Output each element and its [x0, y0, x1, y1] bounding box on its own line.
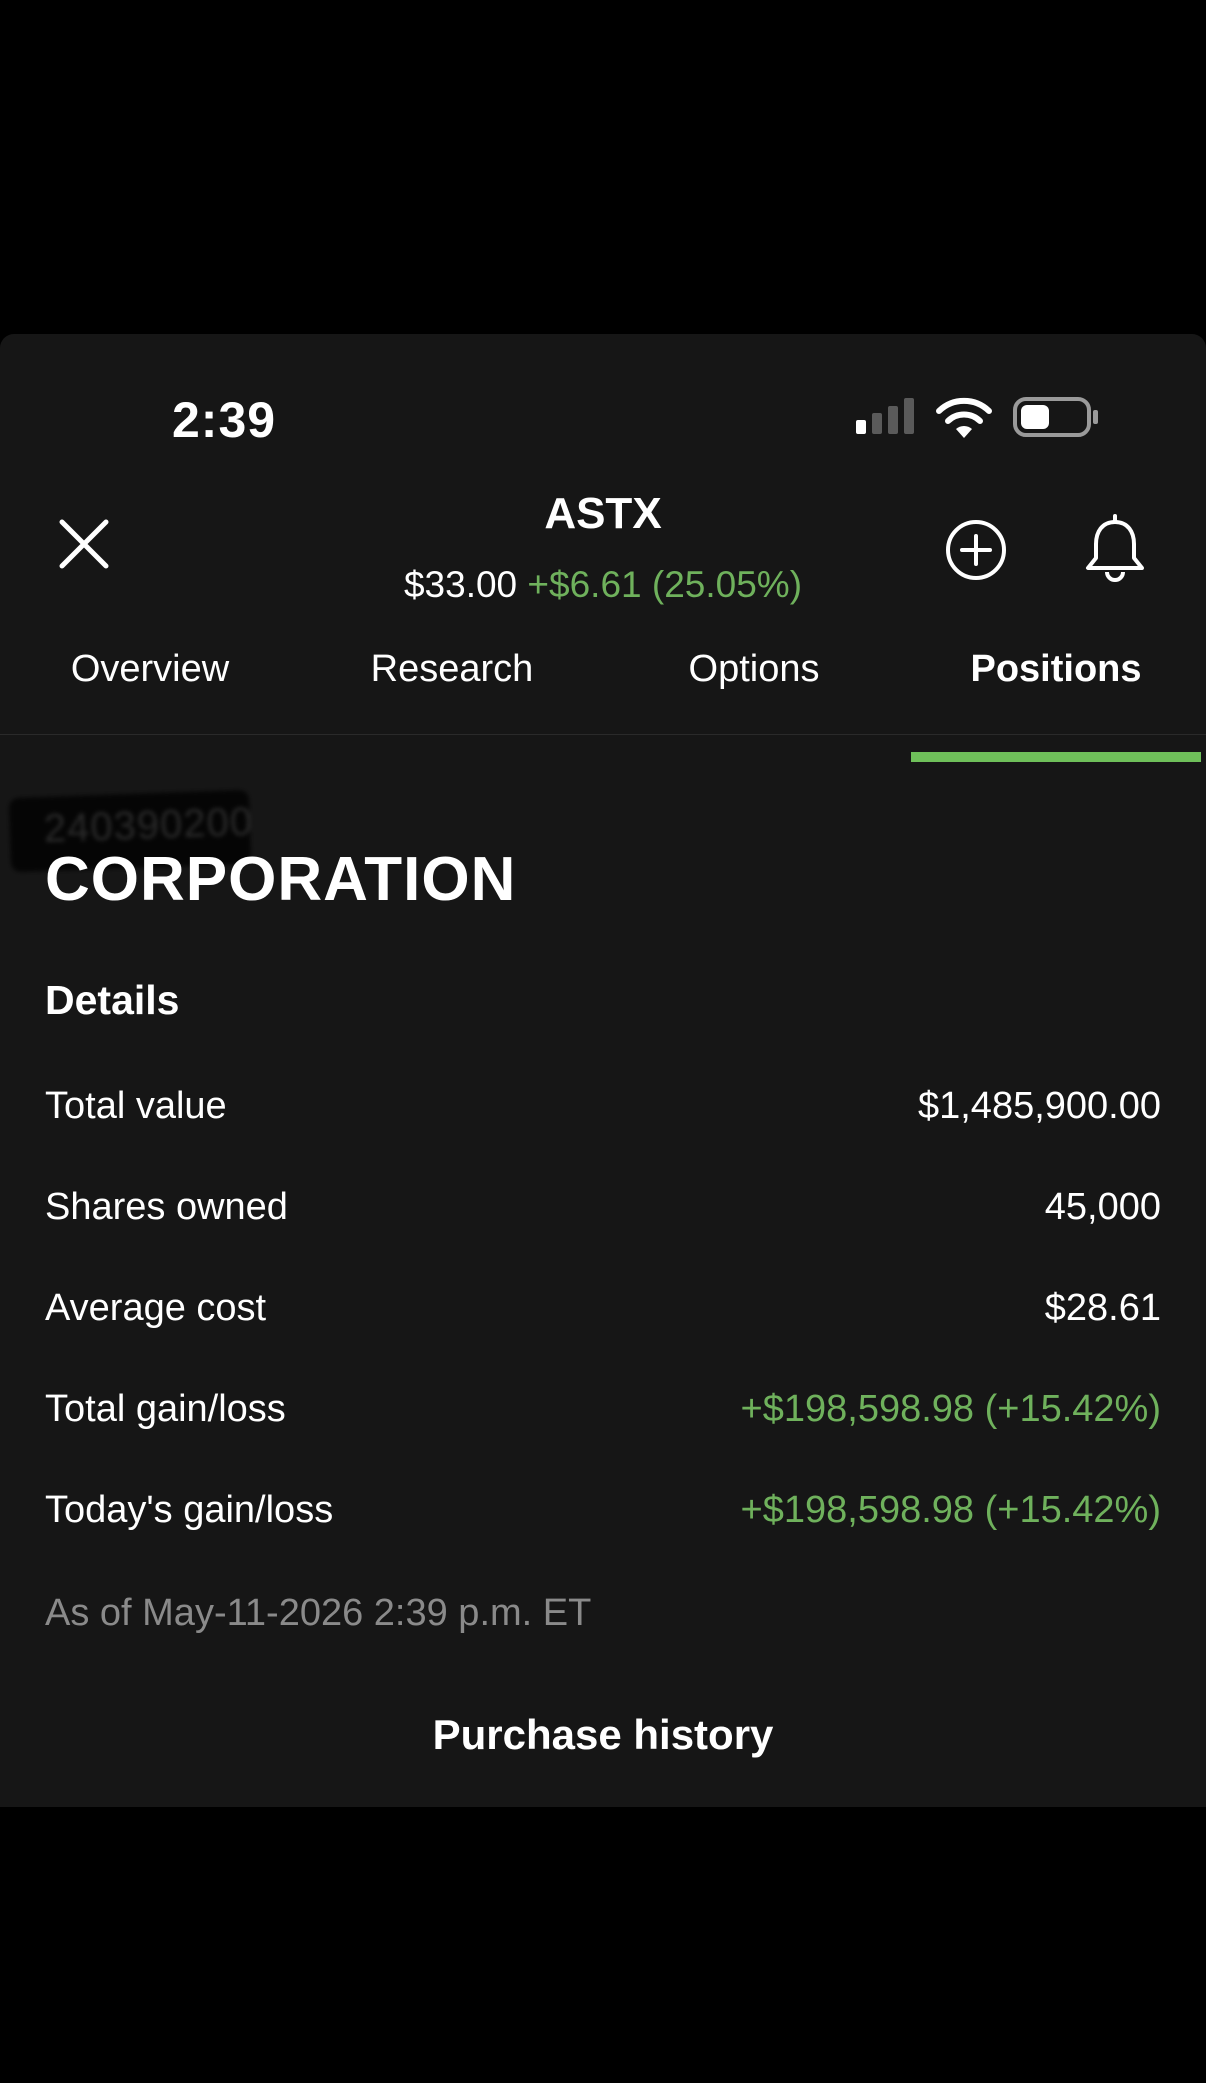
- last-price: $33.00: [403, 564, 518, 605]
- company-name: CORPORATION: [45, 845, 517, 914]
- battery-icon: [1013, 397, 1098, 437]
- row-value: 45,000: [1044, 1186, 1161, 1228]
- quote-line: $33.00 +$6.61 (25.05%): [0, 564, 1206, 606]
- app-screen: 2:39 ASTX $33.00 +$6.61 (25.05%) Overvie…: [0, 334, 1206, 1807]
- row-value: +$198,598.98 (+15.42%): [740, 1489, 1161, 1531]
- row-label: Total gain/loss: [45, 1388, 286, 1430]
- detail-row-average-cost: Average cost $28.61: [45, 1287, 1161, 1347]
- as-of-timestamp: As of May-11-2026 2:39 p.m. ET: [45, 1592, 592, 1634]
- row-label: Total value: [45, 1085, 227, 1127]
- tab-overview[interactable]: Overview: [36, 642, 264, 724]
- row-label: Today's gain/loss: [45, 1489, 334, 1531]
- detail-row-total-value: Total value $1,485,900.00: [45, 1085, 1161, 1145]
- detail-row-shares-owned: Shares owned 45,000: [45, 1186, 1161, 1246]
- bell-icon[interactable]: [1082, 514, 1148, 584]
- tab-research[interactable]: Research: [336, 642, 568, 724]
- row-value: $28.61: [1044, 1287, 1161, 1329]
- row-label: Average cost: [45, 1287, 267, 1329]
- tab-bar: Overview Research Options Positions: [0, 642, 1206, 735]
- signal-icon: [856, 398, 914, 434]
- wifi-icon: [936, 397, 992, 438]
- detail-row-todays-gain-loss: Today's gain/loss +$198,598.98 (+15.42%): [45, 1489, 1161, 1549]
- price-change: +$6.61 (25.05%): [527, 564, 803, 605]
- purchase-history-link[interactable]: Purchase history: [0, 1711, 1206, 1759]
- add-circle-icon[interactable]: [944, 518, 1008, 582]
- detail-row-total-gain-loss: Total gain/loss +$198,598.98 (+15.42%): [45, 1388, 1161, 1448]
- active-tab-indicator: [911, 752, 1201, 762]
- row-value: $1,485,900.00: [917, 1085, 1161, 1127]
- row-value: +$198,598.98 (+15.42%): [740, 1388, 1161, 1430]
- tab-positions[interactable]: Positions: [944, 642, 1168, 724]
- row-label: Shares owned: [45, 1186, 288, 1228]
- status-time: 2:39: [172, 392, 277, 448]
- details-heading: Details: [45, 977, 180, 1023]
- tab-options[interactable]: Options: [646, 642, 862, 724]
- ticker-symbol: ASTX: [544, 489, 662, 538]
